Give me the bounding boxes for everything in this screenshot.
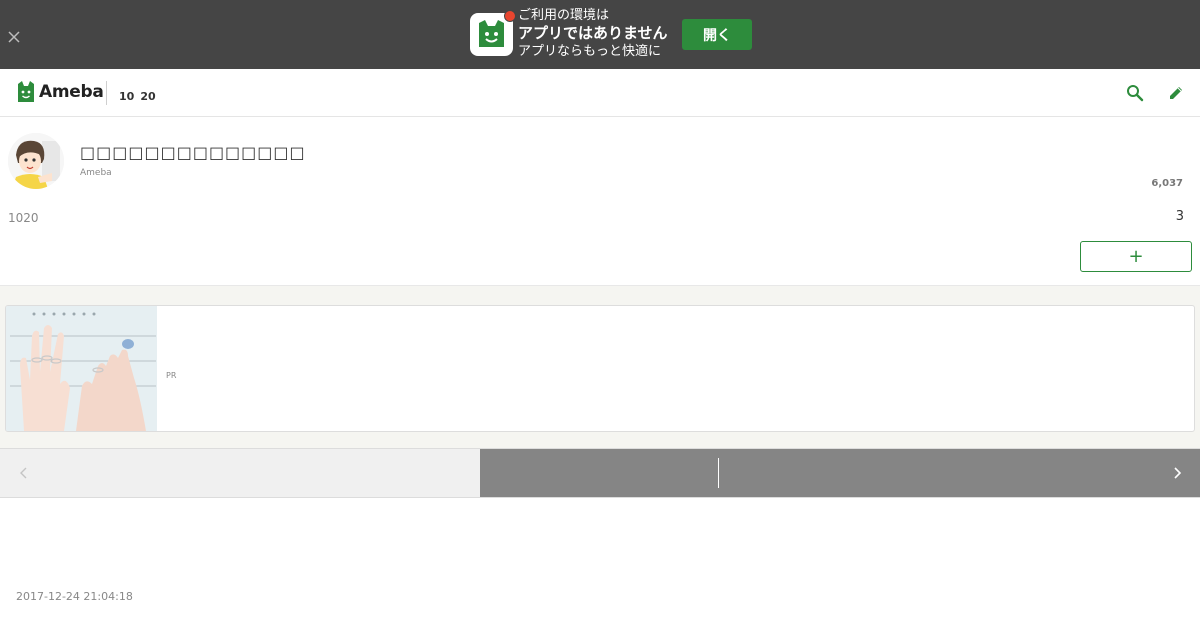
blogger-avatar[interactable] [8,133,64,189]
previous-article-button[interactable] [0,449,480,497]
ad-section: PR [0,285,1200,448]
close-icon [8,31,20,43]
ad-card[interactable]: PR [5,305,1195,432]
reader-count: 6,037 [1151,178,1183,189]
next-article-button[interactable] [480,449,1200,497]
close-banner-button[interactable] [6,29,22,45]
ameba-mascot-icon [479,20,504,47]
chevron-left-icon [20,467,27,479]
blog-title[interactable]: □□□□□□□□□□□□□□ [80,143,306,162]
ameba-logo-icon [18,81,34,102]
app-install-banner: ご利用の環境は アプリではありません アプリならもっと快適に 開く [0,0,1200,69]
blog-platform: Ameba [80,168,112,178]
post-timestamp: 2017-12-24 21:04:18 [16,590,133,603]
anniversary-number: 10 [119,90,135,103]
ad-image[interactable] [6,306,157,431]
banner-message: ご利用の環境は アプリではありません アプリならもっと快適に [518,7,668,60]
header-divider [106,81,107,105]
write-post-button[interactable] [1167,84,1185,106]
pr-label: PR [166,371,177,380]
chevron-right-icon [1174,467,1182,479]
anniversary-number: 20 [140,90,156,103]
article-pager [0,448,1200,498]
banner-line-2: アプリではありません [518,24,668,42]
banner-line-3: アプリならもっと快適に [518,44,662,59]
ameba-logo[interactable]: Ameba [16,80,104,104]
search-icon [1127,85,1144,102]
notification-dot [504,10,516,22]
ad-ring-hands-image [6,306,157,431]
site-header: Ameba 10 20 [0,69,1200,117]
avatar-illustration [8,133,64,189]
edit-icon [1170,87,1182,99]
follow-button[interactable]: + [1080,241,1192,272]
search-button[interactable] [1126,84,1144,106]
anniversary-label: 10 20 [119,90,162,103]
pager-divider [718,458,719,488]
logo-text: Ameba [39,82,104,102]
banner-line-1: ご利用の環境は [518,8,610,23]
open-app-button[interactable]: 開く [682,19,752,50]
profile-count: 3 [1175,209,1184,224]
profile-number: 1020 [8,211,39,225]
